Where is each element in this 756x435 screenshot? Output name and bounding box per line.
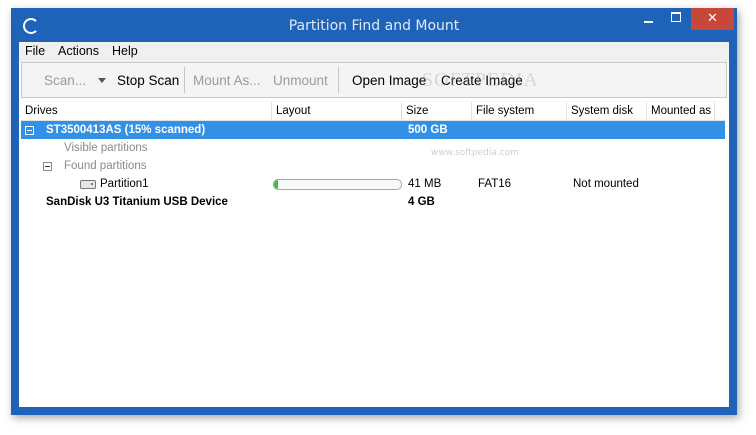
table-row[interactable]: Found partitions — [21, 157, 725, 175]
column-layout[interactable]: Layout — [272, 102, 402, 120]
menu-bar: File Actions Help — [19, 42, 729, 62]
menu-help[interactable]: Help — [112, 44, 138, 58]
mount-as-button[interactable]: Mount As... — [193, 73, 261, 88]
layout-bar — [273, 179, 402, 190]
column-size[interactable]: Size — [402, 102, 472, 120]
table-row[interactable]: Visible partitions — [21, 139, 725, 157]
menu-actions[interactable]: Actions — [58, 44, 99, 58]
column-mounted-as[interactable]: Mounted as — [647, 102, 715, 120]
drive-size: 500 GB — [408, 124, 448, 136]
maximize-button[interactable] — [663, 8, 689, 30]
table-header: Drives Layout Size File system System di… — [21, 102, 725, 121]
close-icon: ✕ — [707, 11, 718, 26]
partition-file-system: FAT16 — [478, 178, 512, 190]
menu-file[interactable]: File — [25, 44, 45, 58]
table-row[interactable]: SanDisk U3 Titanium USB Device 4 GB — [21, 193, 725, 211]
minimize-button[interactable] — [635, 8, 661, 30]
create-image-button[interactable]: Create Image — [441, 73, 523, 88]
drive-name: ST3500413AS (15% scanned) — [46, 124, 206, 136]
group-label: Visible partitions — [64, 142, 148, 154]
drive-icon — [80, 180, 96, 189]
toolbar-separator — [338, 67, 339, 93]
group-label: Found partitions — [64, 160, 147, 172]
close-button[interactable]: ✕ — [691, 8, 734, 30]
minimize-icon — [643, 20, 653, 23]
partition-system-disk: Not mounted — [573, 178, 639, 190]
collapse-icon[interactable] — [43, 162, 52, 171]
drive-name: SanDisk U3 Titanium USB Device — [46, 196, 228, 208]
app-window: Partition Find and Mount ✕ File Actions … — [11, 8, 737, 415]
column-file-system[interactable]: File system — [472, 102, 567, 120]
column-drives[interactable]: Drives — [21, 102, 272, 120]
title-bar[interactable]: Partition Find and Mount ✕ — [11, 8, 737, 42]
stop-scan-button[interactable]: Stop Scan — [117, 73, 179, 88]
table-row[interactable]: Partition1 41 MB FAT16 Not mounted — [21, 175, 725, 193]
client-area: File Actions Help Scan... Stop Scan Moun… — [19, 42, 729, 407]
column-system-disk[interactable]: System disk — [567, 102, 647, 120]
collapse-icon[interactable] — [25, 126, 34, 135]
partition-size: 41 MB — [408, 178, 442, 190]
open-image-button[interactable]: Open Image — [352, 73, 426, 88]
drives-table: Drives Layout Size File system System di… — [21, 102, 725, 405]
dropdown-arrow-icon[interactable] — [98, 78, 106, 83]
window-title: Partition Find and Mount — [288, 18, 460, 34]
layout-bar-fill — [274, 180, 278, 189]
partition-name: Partition1 — [100, 178, 149, 190]
table-row[interactable]: ST3500413AS (15% scanned) 500 GB — [21, 121, 725, 139]
toolbar: Scan... Stop Scan Mount As... Unmount Op… — [21, 62, 727, 98]
toolbar-separator — [184, 67, 185, 93]
scan-button[interactable]: Scan... — [44, 73, 86, 88]
unmount-button[interactable]: Unmount — [273, 73, 328, 88]
drive-size: 4 GB — [408, 196, 435, 208]
maximize-icon — [671, 12, 681, 22]
